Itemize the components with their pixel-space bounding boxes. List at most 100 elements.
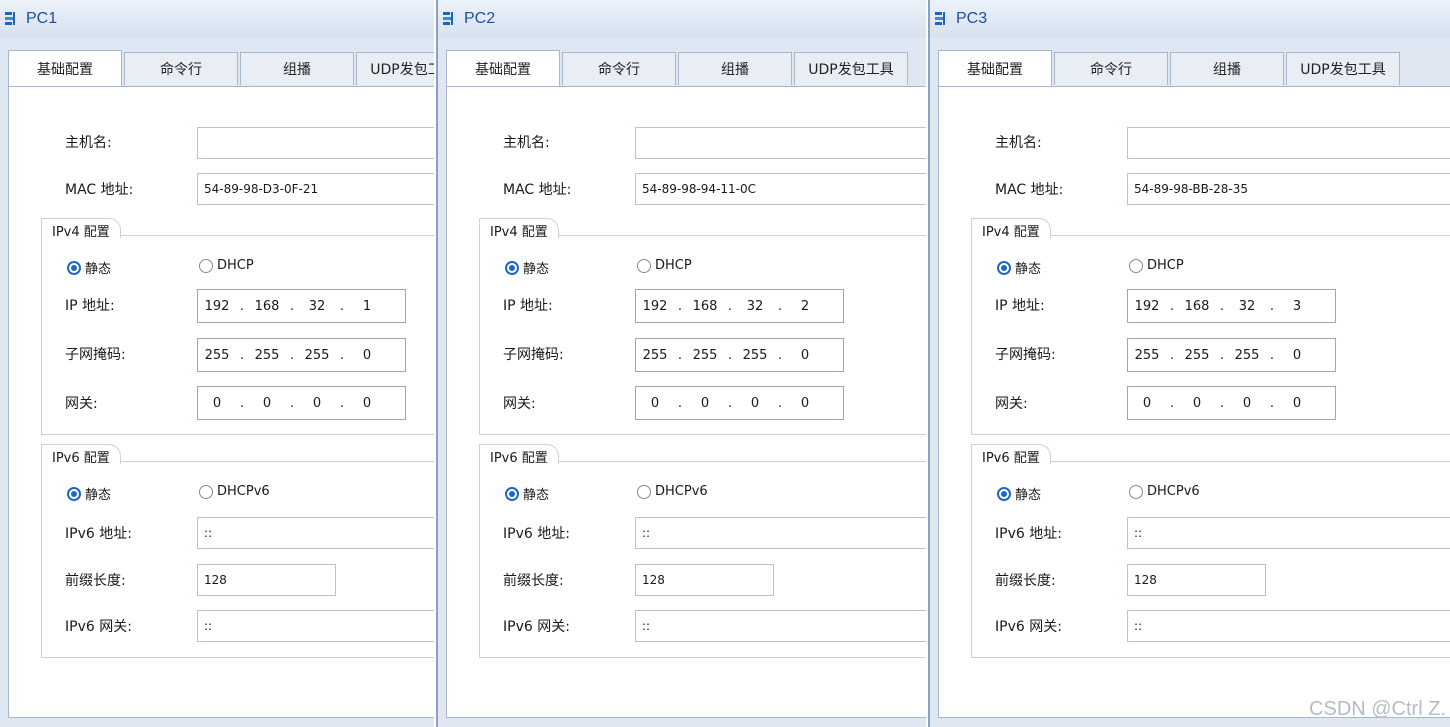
ip-octet[interactable]: 2 [786, 299, 824, 314]
hostname-input[interactable] [635, 127, 926, 159]
window-titlebar[interactable]: PC2 [438, 0, 926, 38]
gateway-input[interactable]: 0.0.0.0 [197, 386, 406, 420]
mac-input[interactable]: 54-89-98-BB-28-35 [1127, 173, 1450, 205]
tab-multicast[interactable]: 组播 [1170, 52, 1284, 85]
mac-input[interactable]: 54-89-98-94-11-0C [635, 173, 926, 205]
ip-octet[interactable]: 168 [1178, 299, 1216, 314]
ip-octet[interactable]: 0 [348, 348, 386, 363]
gateway-label: 网关: [65, 396, 98, 412]
ip-address-input[interactable]: 192. 168. 32. 1 [197, 289, 406, 323]
ip-octet[interactable]: 255 [248, 348, 286, 363]
pc-window: PC3 基础配置 命令行 组播 UDP发包工具 主机名: MAC 地址: 54-… [928, 0, 1450, 727]
ipv4-dhcp-radio[interactable]: DHCP [637, 258, 692, 273]
prefix-length-input[interactable]: 128 [1127, 564, 1266, 596]
ipv4-static-radio[interactable]: 静态 [505, 258, 549, 277]
ipv6-gateway-input[interactable]: :: [635, 610, 926, 642]
window-titlebar[interactable]: PC1 [0, 0, 434, 38]
ip-octet[interactable]: 192 [198, 299, 236, 314]
ip-dot-separator: . [1219, 347, 1225, 363]
subnet-mask-input[interactable]: 255. 255. 255. 0 [1127, 338, 1336, 372]
ip-octet[interactable]: 192 [1128, 299, 1166, 314]
tab-command-line[interactable]: 命令行 [124, 52, 238, 85]
ip-octet[interactable]: 32 [736, 299, 774, 314]
ipv6-dhcp-radio[interactable]: DHCPv6 [1129, 484, 1200, 499]
subnet-mask-input[interactable]: 255. 255. 255. 0 [197, 338, 406, 372]
window-titlebar[interactable]: PC3 [930, 0, 1450, 38]
ipv6-dhcp-radio[interactable]: DHCPv6 [637, 484, 708, 499]
ip-octet[interactable]: 32 [298, 299, 336, 314]
prefix-length-input[interactable]: 128 [197, 564, 336, 596]
ipv6-dhcp-label: DHCPv6 [655, 484, 708, 499]
ip-octet[interactable]: 0 [198, 396, 236, 411]
tab-udp-tool[interactable]: UDP发包工具 [356, 52, 434, 85]
tab-basic-config[interactable]: 基础配置 [938, 50, 1052, 86]
tab-udp-tool[interactable]: UDP发包工具 [1286, 52, 1400, 85]
ip-address-input[interactable]: 192. 168. 32. 3 [1127, 289, 1336, 323]
ip-octet[interactable]: 168 [686, 299, 724, 314]
prefix-length-input[interactable]: 128 [635, 564, 774, 596]
ip-octet[interactable]: 0 [348, 396, 386, 411]
ip-octet[interactable]: 0 [786, 348, 824, 363]
ipv4-dhcp-radio[interactable]: DHCP [1129, 258, 1184, 273]
ip-octet[interactable]: 255 [736, 348, 774, 363]
ipv6-gateway-input[interactable]: :: [197, 610, 434, 642]
ipv6-static-radio[interactable]: 静态 [67, 484, 111, 503]
ip-octet[interactable]: 0 [786, 396, 824, 411]
ipv6-static-radio[interactable]: 静态 [505, 484, 549, 503]
ip-octet[interactable]: 255 [298, 348, 336, 363]
ip-octet[interactable]: 32 [1228, 299, 1266, 314]
ip-octet[interactable]: 0 [298, 396, 336, 411]
ip-octet[interactable]: 0 [1278, 348, 1316, 363]
ip-octet[interactable]: 0 [1228, 396, 1266, 411]
ip-octet[interactable]: 255 [636, 348, 674, 363]
gateway-input[interactable]: 0.0.0.0 [1127, 386, 1336, 420]
tab-command-line[interactable]: 命令行 [562, 52, 676, 85]
ip-dot-separator: . [289, 298, 295, 314]
mac-input[interactable]: 54-89-98-D3-0F-21 [197, 173, 434, 205]
window-title: PC3 [956, 10, 988, 27]
ip-octet[interactable]: 0 [1178, 396, 1216, 411]
ipv6-dhcp-radio[interactable]: DHCPv6 [199, 484, 270, 499]
ipv4-group-title: IPv4 配置 [479, 218, 559, 240]
tab-basic-config[interactable]: 基础配置 [446, 50, 560, 86]
ip-octet[interactable]: 255 [686, 348, 724, 363]
ipv4-static-radio[interactable]: 静态 [67, 258, 111, 277]
subnet-mask-input[interactable]: 255. 255. 255. 0 [635, 338, 844, 372]
tab-multicast[interactable]: 组播 [678, 52, 792, 85]
ip-address-input[interactable]: 192. 168. 32. 2 [635, 289, 844, 323]
ip-octet[interactable]: 3 [1278, 299, 1316, 314]
ip-octet[interactable]: 168 [248, 299, 286, 314]
hostname-input[interactable] [1127, 127, 1450, 159]
tab-basic-config[interactable]: 基础配置 [8, 50, 122, 86]
ip-octet[interactable]: 255 [1228, 348, 1266, 363]
ipv6-address-input[interactable]: :: [1127, 517, 1450, 549]
tab-udp-tool[interactable]: UDP发包工具 [794, 52, 908, 85]
ip-dot-separator: . [339, 347, 345, 363]
ip-octet[interactable]: 255 [1178, 348, 1216, 363]
ip-octet[interactable]: 0 [736, 396, 774, 411]
ip-octet[interactable]: 0 [248, 396, 286, 411]
tab-command-line[interactable]: 命令行 [1054, 52, 1168, 85]
pc-window: PC2 基础配置 命令行 组播 UDP发包工具 主机名: MAC 地址: 54-… [436, 0, 926, 727]
ipv4-dhcp-label: DHCP [1147, 258, 1184, 273]
ip-octet[interactable]: 192 [636, 299, 674, 314]
ip-octet[interactable]: 1 [348, 299, 386, 314]
tab-multicast[interactable]: 组播 [240, 52, 354, 85]
ip-octet[interactable]: 0 [686, 396, 724, 411]
ipv6-static-radio[interactable]: 静态 [997, 484, 1041, 503]
ipv4-static-radio[interactable]: 静态 [997, 258, 1041, 277]
network-pc-icon [935, 12, 945, 25]
ipv6-address-input[interactable]: :: [197, 517, 434, 549]
ip-octet[interactable]: 0 [636, 396, 674, 411]
ipv6-address-label: IPv6 地址: [503, 526, 570, 542]
ipv6-address-input[interactable]: :: [635, 517, 926, 549]
hostname-input[interactable] [197, 127, 434, 159]
gateway-label: 网关: [503, 396, 536, 412]
gateway-input[interactable]: 0.0.0.0 [635, 386, 844, 420]
ipv6-gateway-input[interactable]: :: [1127, 610, 1450, 642]
ip-octet[interactable]: 255 [198, 348, 236, 363]
ip-octet[interactable]: 0 [1278, 396, 1316, 411]
ip-octet[interactable]: 255 [1128, 348, 1166, 363]
ip-octet[interactable]: 0 [1128, 396, 1166, 411]
ipv4-dhcp-radio[interactable]: DHCP [199, 258, 254, 273]
